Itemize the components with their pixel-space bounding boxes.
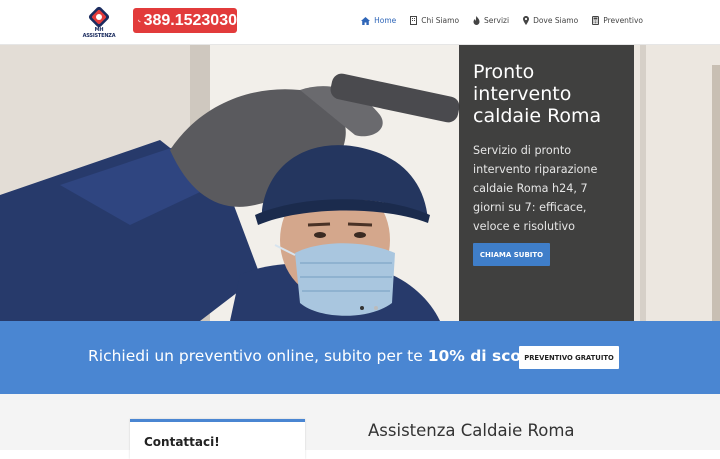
hero-caption-panel: Pronto intervento caldaie Roma Servizio … <box>459 45 634 321</box>
promo-text: Richiedi un preventivo online, subito pe… <box>88 347 550 365</box>
hero-slider[interactable]: Pronto intervento caldaie Roma Servizio … <box>0 45 720 321</box>
phone-button[interactable]: 389.1523030 <box>133 8 237 33</box>
contact-title: Contattaci! <box>144 435 220 449</box>
content-section: Contattaci! Assistenza Caldaie Roma <box>0 394 720 459</box>
promo-text-prefix: Richiedi un preventivo online, subito pe… <box>88 347 428 365</box>
nav-label-home: Home <box>374 16 397 25</box>
logo-text: MH ASSISTENZA <box>82 27 116 39</box>
nav-label-preventivo: Preventivo <box>603 16 643 25</box>
section-title: Assistenza Caldaie Roma <box>368 421 575 440</box>
nav-label-chi-siamo: Chi Siamo <box>421 16 460 25</box>
site-header: MH ASSISTENZA 389.1523030 Home Chi Siamo… <box>0 0 720 45</box>
calculator-icon <box>592 16 600 25</box>
hero-description: Servizio di pronto intervento riparazion… <box>473 144 598 233</box>
free-quote-button[interactable]: PREVENTIVO GRATUITO <box>519 346 619 369</box>
nav-item-home[interactable]: Home <box>361 16 396 25</box>
slider-dot-2[interactable] <box>374 306 378 310</box>
nav-item-preventivo[interactable]: Preventivo <box>592 16 643 25</box>
slider-dots <box>360 306 378 310</box>
home-icon <box>361 16 371 25</box>
building-icon <box>410 16 418 25</box>
nav-item-chi-siamo[interactable]: Chi Siamo <box>410 16 459 25</box>
contact-card: Contattaci! <box>130 419 305 459</box>
nav-label-dove-siamo: Dove Siamo <box>533 16 579 25</box>
main-nav: Home Chi Siamo Servizi Dove Siamo Preven… <box>347 16 643 25</box>
fire-icon <box>473 16 480 25</box>
nav-label-servizi: Servizi <box>484 16 510 25</box>
map-marker-icon <box>523 16 530 25</box>
phone-icon <box>138 19 141 22</box>
nav-item-dove-siamo[interactable]: Dove Siamo <box>523 16 578 25</box>
call-now-button[interactable]: CHIAMA SUBITO <box>473 243 550 266</box>
slider-dot-1[interactable] <box>360 306 364 310</box>
promo-band: Richiedi un preventivo online, subito pe… <box>0 321 720 394</box>
nav-item-servizi[interactable]: Servizi <box>473 16 509 25</box>
phone-number: 389.1523030 <box>143 11 237 29</box>
hero-title: Pronto intervento caldaie Roma <box>473 61 602 127</box>
